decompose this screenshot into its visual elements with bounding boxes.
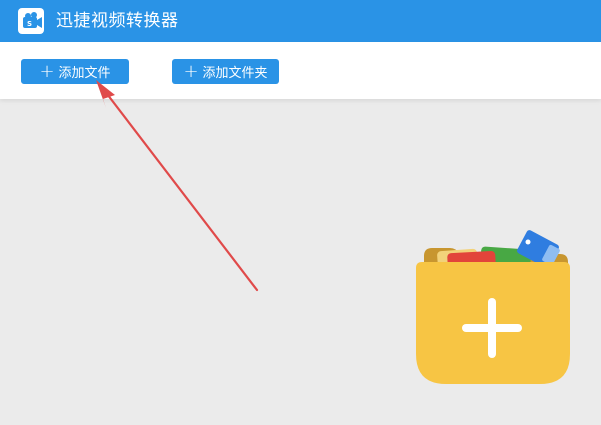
title-bar: S 迅捷视频转换器 bbox=[0, 0, 601, 42]
svg-text:S: S bbox=[27, 20, 32, 28]
add-file-button[interactable]: + 添加文件 bbox=[21, 59, 129, 84]
folder-add-icon bbox=[416, 230, 570, 384]
toolbar: + 添加文件 + 添加文件夹 bbox=[0, 42, 601, 99]
app-logo-icon: S bbox=[18, 8, 44, 34]
add-files-drop-zone[interactable] bbox=[410, 228, 578, 393]
add-folder-button[interactable]: + 添加文件夹 bbox=[172, 59, 279, 84]
plus-icon: + bbox=[183, 60, 199, 82]
add-folder-label: 添加文件夹 bbox=[202, 66, 268, 81]
add-file-label: 添加文件 bbox=[58, 66, 111, 81]
plus-icon: + bbox=[39, 60, 55, 82]
app-title: 迅捷视频转换器 bbox=[56, 11, 179, 31]
